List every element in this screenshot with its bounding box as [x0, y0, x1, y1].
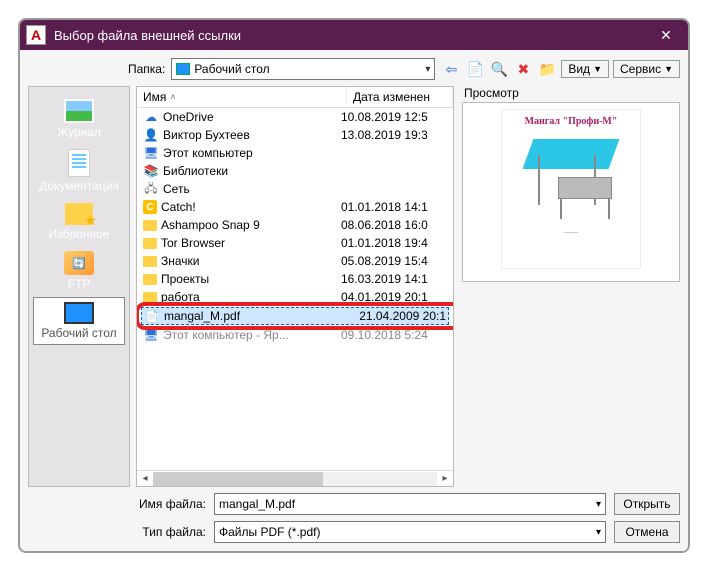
preview-drawing — [516, 133, 626, 223]
preview-title: Мангал "Профи-М" — [525, 116, 618, 127]
sidebar-favorites[interactable]: Избранное — [33, 199, 125, 245]
shortcut-icon: 🖥 — [143, 328, 159, 342]
sidebar-ftp[interactable]: 🔄 FTP — [33, 247, 125, 295]
column-date[interactable]: Дата изменен — [347, 87, 453, 107]
filename-input[interactable]: mangal_M.pdf▾ — [214, 493, 606, 515]
list-item-selected[interactable]: 📄mangal_M.pdf 21.04.2009 20:1 — [141, 307, 449, 325]
list-item: Проекты16.03.2019 14:1 — [137, 270, 453, 288]
file-list[interactable]: ☁OneDrive10.08.2019 12:5 👤Виктор Бухтеев… — [137, 108, 453, 470]
journal-icon — [64, 99, 94, 123]
sidebar-docs[interactable]: Документация — [33, 145, 125, 197]
filetype-dropdown[interactable]: Файлы PDF (*.pdf)▾ — [214, 521, 606, 543]
favorites-icon — [65, 203, 93, 225]
user-icon: 👤 — [143, 128, 159, 142]
folder-selected: Рабочий стол — [194, 62, 269, 76]
preview-footer: —— — [564, 229, 578, 236]
sidebar-desktop[interactable]: Рабочий стол — [33, 297, 125, 345]
catch-icon: C — [143, 200, 157, 214]
cancel-button[interactable]: Отмена — [614, 521, 680, 543]
desktop-icon — [176, 63, 190, 75]
scroll-right-icon[interactable]: ▸ — [437, 473, 453, 484]
filename-label: Имя файла: — [136, 497, 206, 511]
folder-label: Папка: — [128, 62, 165, 76]
folder-icon — [143, 292, 157, 303]
preview-box: Мангал "Профи-М" —— — [462, 102, 680, 282]
chevron-down-icon: ▾ — [596, 527, 601, 538]
list-item: 📚Библиотеки — [137, 162, 453, 180]
preview-label: Просмотр — [462, 86, 680, 100]
sidebar-journal[interactable]: Журнал — [33, 95, 125, 143]
library-icon: 📚 — [143, 164, 159, 178]
desktop-icon — [64, 302, 94, 324]
window-title: Выбор файла внешней ссылки — [54, 28, 644, 43]
open-button[interactable]: Открыть — [614, 493, 680, 515]
close-button[interactable]: ✕ — [644, 20, 688, 50]
horizontal-scrollbar[interactable]: ◂ ▸ — [137, 470, 453, 486]
preview-thumbnail: Мангал "Профи-М" —— — [501, 109, 641, 269]
document-icon — [68, 149, 90, 177]
list-item: 🖥Этот компьютер — [137, 144, 453, 162]
pc-icon: 🖥 — [143, 146, 159, 160]
chevron-down-icon: ▾ — [425, 64, 430, 75]
new-folder-icon[interactable]: 📁 — [537, 59, 557, 79]
list-item: CCatch!01.01.2018 14:1 — [137, 198, 453, 216]
tools-button[interactable]: Сервис▼ — [613, 60, 680, 78]
back-icon[interactable]: ⇦ — [441, 59, 461, 79]
folder-icon — [143, 238, 157, 249]
list-item: Ashampoo Snap 908.06.2018 16:0 — [137, 216, 453, 234]
delete-icon[interactable]: ✖ — [513, 59, 533, 79]
search-icon[interactable]: 🔍 — [489, 59, 509, 79]
folder-icon — [143, 220, 157, 231]
list-item: 🖧Сеть — [137, 180, 453, 198]
list-item: ☁OneDrive10.08.2019 12:5 — [137, 108, 453, 126]
list-item: работа04.01.2019 20:1 — [137, 288, 453, 306]
view-button[interactable]: Вид▼ — [561, 60, 609, 78]
folder-dropdown[interactable]: Рабочий стол ▾ — [171, 58, 435, 80]
up-icon[interactable]: 📄 — [465, 59, 485, 79]
list-item: Tor Browser01.01.2018 19:4 — [137, 234, 453, 252]
folder-icon — [143, 256, 157, 267]
list-item: 🖥Этот компьютер - Яр...09.10.2018 5:24 — [137, 326, 453, 344]
ftp-icon: 🔄 — [64, 251, 94, 275]
titlebar: A Выбор файла внешней ссылки ✕ — [20, 20, 688, 50]
file-list-pane: Имя˄ Дата изменен ☁OneDrive10.08.2019 12… — [136, 86, 454, 487]
list-item: Значки05.08.2019 15:4 — [137, 252, 453, 270]
column-name[interactable]: Имя˄ — [137, 87, 347, 107]
list-item: 👤Виктор Бухтеев13.08.2019 19:3 — [137, 126, 453, 144]
chevron-down-icon: ▾ — [596, 499, 601, 510]
folder-icon — [143, 274, 157, 285]
scroll-left-icon[interactable]: ◂ — [137, 473, 153, 484]
network-icon: 🖧 — [143, 182, 159, 196]
app-icon: A — [26, 25, 46, 45]
pdf-icon: 📄 — [144, 309, 160, 323]
filetype-label: Тип файла: — [136, 525, 206, 539]
places-sidebar: Журнал Документация Избранное 🔄 FTP Рабо… — [28, 86, 130, 487]
cloud-icon: ☁ — [143, 110, 159, 124]
